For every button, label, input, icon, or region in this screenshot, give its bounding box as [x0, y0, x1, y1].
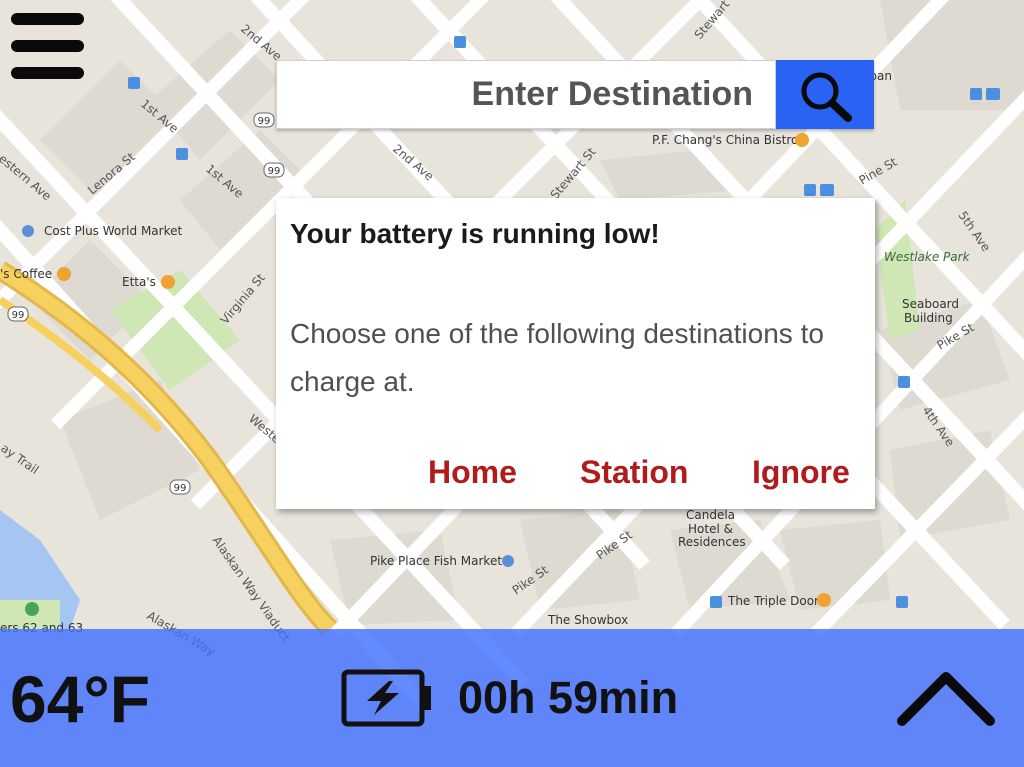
search-button[interactable]: [776, 60, 874, 129]
battery-time-remaining: 00h 59min: [458, 672, 679, 723]
svg-text:99: 99: [174, 483, 187, 494]
svg-text:Cost Plus World Market: Cost Plus World Market: [44, 224, 182, 238]
svg-text:'s Coffee: 's Coffee: [0, 267, 52, 281]
svg-text:99: 99: [258, 116, 271, 127]
menu-bar-bottom: [11, 67, 84, 79]
ignore-button[interactable]: Ignore: [752, 454, 850, 491]
chevron-up-icon[interactable]: [896, 667, 996, 729]
dialog-actions: Home Station Ignore: [276, 454, 875, 494]
svg-text:P.F. Chang's China Bistro: P.F. Chang's China Bistro: [652, 133, 798, 147]
svg-text:Candela: Candela: [686, 508, 735, 522]
menu-bar-top: [11, 13, 84, 25]
low-battery-dialog: Your battery is running low! Choose one …: [276, 198, 875, 509]
station-button[interactable]: Station: [580, 454, 688, 491]
svg-text:Pike Place Fish Market: Pike Place Fish Market: [370, 554, 502, 568]
svg-text:Hotel &: Hotel &: [688, 522, 733, 536]
battery-charging-icon: [341, 669, 431, 727]
svg-text:99: 99: [12, 310, 25, 321]
svg-text:Westlake Park: Westlake Park: [884, 250, 971, 264]
home-button[interactable]: Home: [428, 454, 517, 491]
search-icon: [801, 72, 852, 122]
svg-text:Building: Building: [904, 311, 953, 325]
destination-search-bar: [276, 60, 874, 129]
temperature-readout: 64°F: [10, 662, 151, 736]
svg-text:99: 99: [268, 166, 281, 177]
svg-text:The Triple Door: The Triple Door: [727, 594, 819, 608]
svg-text:Residences: Residences: [678, 535, 746, 549]
svg-text:The Showbox: The Showbox: [547, 613, 628, 627]
menu-bar-middle: [11, 40, 84, 52]
svg-text:Etta's: Etta's: [122, 275, 156, 289]
destination-search-input[interactable]: [276, 60, 776, 129]
svg-text:Seaboard: Seaboard: [902, 297, 959, 311]
dialog-message: Choose one of the following destinations…: [290, 318, 824, 397]
dialog-title: Your battery is running low!: [290, 218, 660, 249]
hamburger-menu-icon[interactable]: [11, 13, 85, 81]
status-bar: 64°F 00h 59min: [0, 629, 1024, 767]
